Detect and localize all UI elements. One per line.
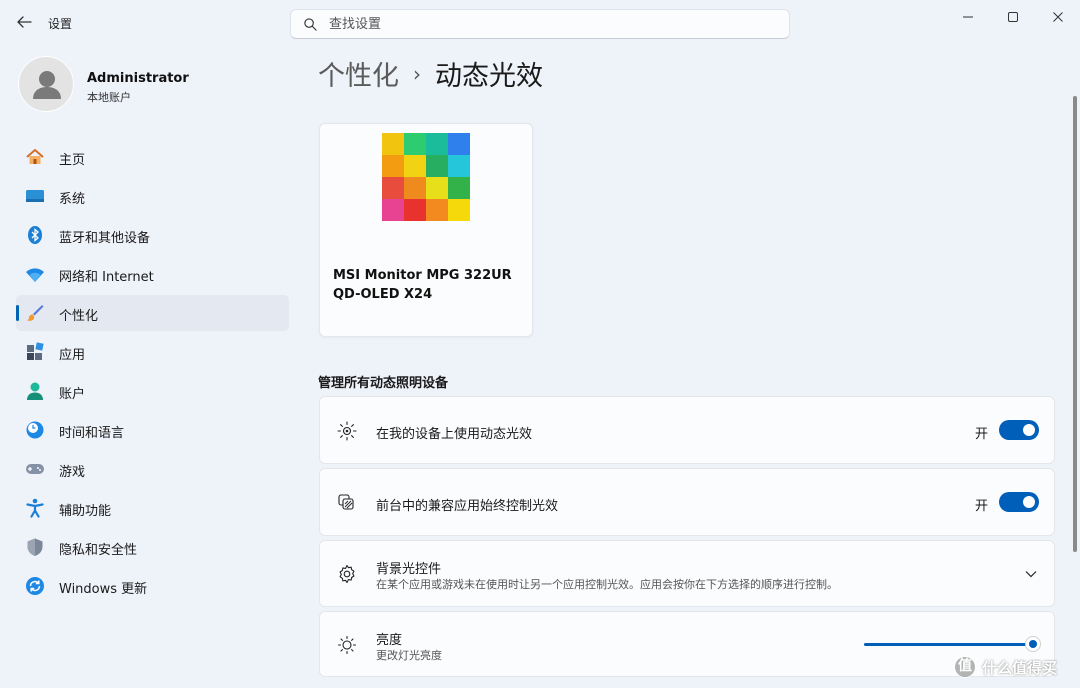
sidebar-item-label: 时间和语言: [59, 426, 125, 441]
use-dynamic-lighting-toggle[interactable]: [999, 420, 1039, 440]
setting-title: 在我的设备上使用动态光效: [376, 427, 533, 442]
sidebar-item-bluetooth[interactable]: 蓝牙和其他设备: [16, 217, 289, 253]
app-title: 设置: [48, 17, 73, 31]
foreground-control-toggle[interactable]: [999, 492, 1039, 512]
chevron-down-icon[interactable]: [1024, 567, 1038, 581]
sidebar-item-label: 主页: [59, 153, 86, 168]
sidebar-item-label: 隐私和安全性: [59, 543, 138, 558]
setting-background-control[interactable]: 背景光控件 在某个应用或游戏未在使用时让另一个应用控制光效。应用会按你在下方选择…: [319, 540, 1055, 607]
maximize-button[interactable]: [993, 6, 1033, 28]
setting-title: 背景光控件: [376, 562, 442, 577]
sidebar-nav: 主页 系统 蓝牙和其他设备 网络和 Internet 个性化 应用 账户 时间和…: [16, 139, 289, 607]
search-icon: [304, 18, 317, 31]
selection-indicator: [16, 305, 19, 321]
close-button[interactable]: [1038, 6, 1078, 28]
wifi-icon: [26, 268, 44, 282]
back-button[interactable]: [12, 10, 36, 34]
search-input[interactable]: [329, 14, 769, 34]
watermark-text: 什么值得买: [982, 659, 1058, 677]
sidebar-item-label: 游戏: [59, 465, 86, 480]
device-name: MSI Monitor MPG 322UR QD-OLED X24: [333, 268, 512, 302]
sidebar-item-label: 蓝牙和其他设备: [59, 231, 151, 246]
account-icon: [27, 382, 43, 400]
sidebar-item-label: Windows 更新: [59, 582, 148, 597]
section-title: 管理所有动态照明设备: [318, 376, 449, 391]
setting-use-dynamic-lighting: 在我的设备上使用动态光效 开: [319, 396, 1055, 464]
setting-description: 在某个应用或游戏未在使用时让另一个应用控制光效。应用会按你在下方选择的顺序进行控…: [376, 578, 838, 591]
toggle-knob: [1023, 496, 1035, 508]
rgb-grid-icon: [382, 133, 470, 221]
sidebar-item-home[interactable]: 主页: [16, 139, 289, 175]
clock-globe-icon: [26, 421, 44, 439]
device-card[interactable]: MSI Monitor MPG 322UR QD-OLED X24: [319, 123, 533, 337]
sun-icon: [337, 635, 357, 655]
bluetooth-icon: [28, 226, 42, 244]
sidebar-item-system[interactable]: 系统: [16, 178, 289, 214]
system-icon: [26, 190, 44, 202]
setting-foreground-control: 前台中的兼容应用始终控制光效 开: [319, 468, 1055, 536]
gear-icon: [339, 564, 355, 584]
lighting-icon: [337, 421, 357, 441]
sidebar-item-label: 个性化: [59, 309, 99, 324]
slider-fill: [864, 643, 1033, 646]
shield-icon: [27, 538, 43, 556]
sidebar-item-personalization[interactable]: 个性化: [16, 295, 289, 331]
breadcrumb: 个性化 › 动态光效: [318, 54, 543, 94]
sidebar-item-gaming[interactable]: 游戏: [16, 451, 289, 487]
sidebar-item-network[interactable]: 网络和 Internet: [16, 256, 289, 292]
sidebar-item-label: 辅助功能: [59, 504, 112, 519]
title-bar: 设置: [0, 0, 1080, 46]
slider-thumb[interactable]: [1024, 636, 1041, 652]
back-arrow-icon: [17, 16, 32, 28]
search-box[interactable]: [290, 9, 790, 39]
brightness-slider[interactable]: [864, 636, 1041, 652]
close-icon: [1053, 12, 1063, 22]
user-profile[interactable]: Administrator 本地账户: [18, 56, 278, 116]
setting-brightness: 亮度 更改灯光亮度: [319, 611, 1055, 677]
sidebar-item-label: 系统: [59, 192, 86, 207]
toggle-knob: [1023, 424, 1035, 436]
account-type: 本地账户: [87, 91, 131, 104]
setting-description: 更改灯光亮度: [376, 649, 442, 662]
update-icon: [26, 577, 44, 595]
scrollbar[interactable]: [1073, 96, 1077, 552]
setting-title: 亮度: [376, 633, 403, 648]
setting-title: 前台中的兼容应用始终控制光效: [376, 499, 559, 514]
avatar: [18, 56, 74, 112]
sidebar-item-accounts[interactable]: 账户: [16, 373, 289, 409]
sidebar-item-time-language[interactable]: 时间和语言: [16, 412, 289, 448]
brush-icon: [27, 305, 44, 321]
gamepad-icon: [26, 464, 44, 474]
sidebar-item-apps[interactable]: 应用: [16, 334, 289, 370]
watermark-logo: 值: [954, 656, 976, 678]
accessibility-icon: [26, 498, 44, 518]
minimize-button[interactable]: [948, 6, 988, 28]
toggle-state-label: 开: [974, 427, 988, 442]
apps-icon: [27, 342, 44, 360]
user-silhouette-icon: [33, 71, 61, 99]
sidebar-item-label: 应用: [59, 348, 86, 363]
sidebar-item-privacy[interactable]: 隐私和安全性: [16, 529, 289, 565]
user-name: Administrator: [87, 71, 189, 86]
sidebar-item-windows-update[interactable]: Windows 更新: [16, 568, 289, 604]
toggle-state-label: 开: [974, 499, 988, 514]
minimize-icon: [963, 16, 973, 18]
breadcrumb-separator: ›: [413, 62, 421, 86]
page-title: 动态光效: [435, 61, 543, 92]
home-icon: [26, 149, 44, 164]
sidebar-item-label: 网络和 Internet: [59, 270, 154, 285]
breadcrumb-parent[interactable]: 个性化: [318, 61, 399, 92]
sidebar-item-accessibility[interactable]: 辅助功能: [16, 490, 289, 526]
maximize-icon: [1008, 12, 1018, 22]
sidebar-item-label: 账户: [59, 387, 86, 402]
layers-icon: [338, 494, 354, 510]
